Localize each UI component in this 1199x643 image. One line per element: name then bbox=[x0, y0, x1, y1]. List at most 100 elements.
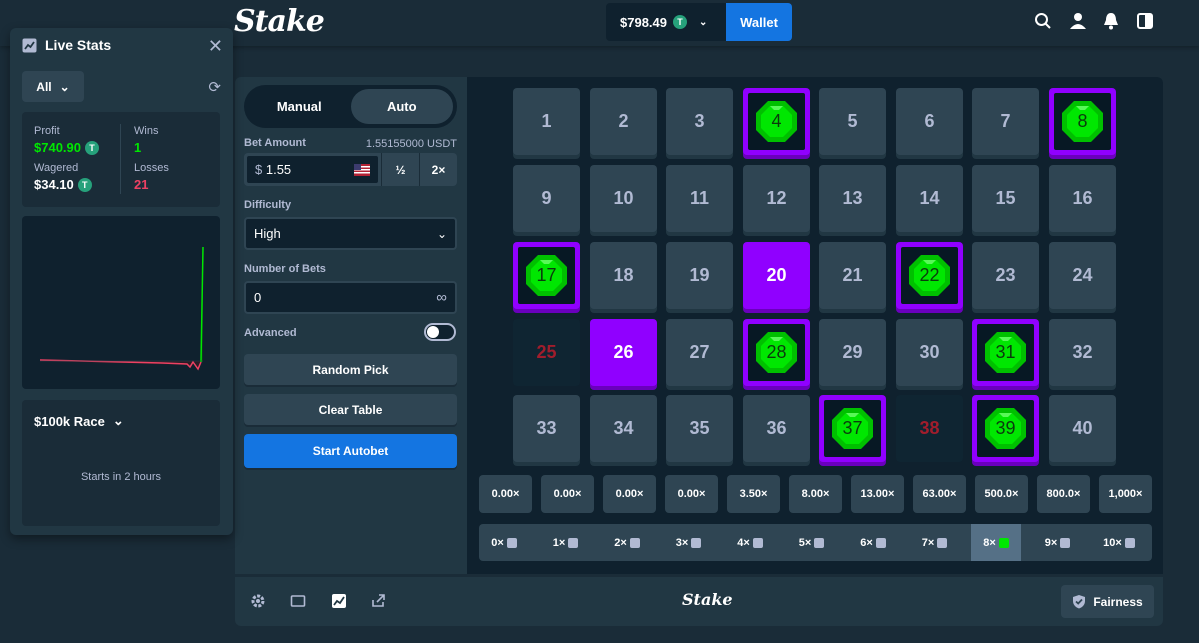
tile-21[interactable]: 21 bbox=[819, 242, 886, 309]
search-icon[interactable] bbox=[1034, 12, 1052, 30]
hits-label: 7× bbox=[921, 536, 935, 549]
losses-label: Losses bbox=[134, 162, 169, 174]
live-stats-header: Live Stats bbox=[22, 37, 111, 53]
tile-38[interactable]: 38 bbox=[896, 395, 963, 462]
tile-number: 14 bbox=[919, 188, 940, 208]
tile-number: 20 bbox=[766, 265, 787, 285]
currency-symbol: $ bbox=[255, 162, 263, 177]
tile-14[interactable]: 14 bbox=[896, 165, 963, 232]
tile-36[interactable]: 36 bbox=[743, 395, 810, 462]
tile-number: 28 bbox=[766, 342, 787, 362]
tile-4[interactable]: 4 bbox=[743, 88, 810, 155]
tile-3[interactable]: 3 bbox=[666, 88, 733, 155]
tile-7[interactable]: 7 bbox=[972, 88, 1039, 155]
tile-gem-frame: 39 bbox=[977, 400, 1034, 457]
tile-40[interactable]: 40 bbox=[1049, 395, 1116, 462]
tile-33[interactable]: 33 bbox=[513, 395, 580, 462]
hits-label: 0× bbox=[491, 536, 504, 549]
tile-number: 32 bbox=[1072, 342, 1093, 362]
half-bet-button[interactable]: ½ bbox=[381, 153, 419, 186]
tile-24[interactable]: 24 bbox=[1049, 242, 1116, 309]
tile-19[interactable]: 19 bbox=[666, 242, 733, 309]
stake-logo[interactable]: Stake bbox=[234, 4, 325, 39]
tile-16[interactable]: 16 bbox=[1049, 165, 1116, 232]
race-dropdown[interactable]: $100k Race ⌄ bbox=[34, 413, 124, 429]
tab-auto[interactable]: Auto bbox=[350, 89, 453, 124]
difficulty-select[interactable]: High ⌄ bbox=[244, 217, 457, 250]
wagered-value-row: $34.10 T bbox=[34, 177, 92, 192]
tile-31[interactable]: 31 bbox=[972, 319, 1039, 386]
hits-cell: 10× bbox=[1094, 524, 1144, 561]
tile-39[interactable]: 39 bbox=[972, 395, 1039, 462]
live-stats-icon[interactable] bbox=[331, 593, 347, 609]
tile-13[interactable]: 13 bbox=[819, 165, 886, 232]
tile-6[interactable]: 6 bbox=[896, 88, 963, 155]
tile-27[interactable]: 27 bbox=[666, 319, 733, 386]
fairness-button[interactable]: Fairness bbox=[1061, 585, 1154, 618]
losses-value: 21 bbox=[134, 177, 149, 192]
usd-flag-icon bbox=[354, 163, 370, 176]
tile-gem-frame: 4 bbox=[748, 93, 805, 150]
advanced-toggle[interactable] bbox=[424, 323, 456, 341]
tile-10[interactable]: 10 bbox=[590, 165, 657, 232]
sidebar-toggle-icon[interactable] bbox=[1136, 12, 1154, 30]
gem-square-icon bbox=[1060, 537, 1071, 548]
clear-table-button[interactable]: Clear Table bbox=[244, 394, 457, 425]
tile-1[interactable]: 1 bbox=[513, 88, 580, 155]
hits-cell: 9× bbox=[1033, 524, 1083, 561]
theatre-mode-icon[interactable] bbox=[290, 593, 306, 609]
double-bet-button[interactable]: 2× bbox=[419, 153, 457, 186]
popout-icon[interactable] bbox=[370, 593, 386, 609]
tile-number: 25 bbox=[536, 342, 557, 362]
tile-12[interactable]: 12 bbox=[743, 165, 810, 232]
tile-26[interactable]: 26 bbox=[590, 319, 657, 386]
tab-manual[interactable]: Manual bbox=[248, 89, 351, 124]
balance-value: $798.49 bbox=[620, 14, 667, 30]
tile-30[interactable]: 30 bbox=[896, 319, 963, 386]
tile-37[interactable]: 37 bbox=[819, 395, 886, 462]
tile-35[interactable]: 35 bbox=[666, 395, 733, 462]
tile-number: 22 bbox=[919, 265, 940, 285]
gem-square-icon bbox=[875, 537, 886, 548]
hits-label: 1× bbox=[552, 536, 566, 549]
multiplier-cell: 63.00× bbox=[913, 475, 966, 513]
tile-28[interactable]: 28 bbox=[743, 319, 810, 386]
tile-number: 31 bbox=[995, 342, 1016, 362]
hits-label: 4× bbox=[737, 536, 750, 549]
close-icon[interactable]: ✕ bbox=[208, 36, 223, 57]
user-icon[interactable] bbox=[1069, 12, 1087, 30]
tile-number: 12 bbox=[766, 188, 787, 208]
stats-filter-dropdown[interactable]: All ⌄ bbox=[22, 71, 84, 102]
profit-value-row: $740.90 T bbox=[34, 140, 99, 155]
notification-icon[interactable] bbox=[1102, 12, 1120, 30]
tile-17[interactable]: 17 bbox=[513, 242, 580, 309]
tile-8[interactable]: 8 bbox=[1049, 88, 1116, 155]
hits-label: 3× bbox=[675, 536, 689, 549]
tile-29[interactable]: 29 bbox=[819, 319, 886, 386]
wallet-button[interactable]: Wallet bbox=[726, 3, 792, 41]
tile-20[interactable]: 20 bbox=[743, 242, 810, 309]
balance-dropdown[interactable]: $798.49 T ⌄ bbox=[606, 3, 726, 41]
infinity-icon[interactable]: ∞ bbox=[436, 289, 447, 306]
number-of-bets-input[interactable]: 0 ∞ bbox=[244, 281, 457, 314]
tile-34[interactable]: 34 bbox=[590, 395, 657, 462]
tile-23[interactable]: 23 bbox=[972, 242, 1039, 309]
tile-15[interactable]: 15 bbox=[972, 165, 1039, 232]
tile-11[interactable]: 11 bbox=[666, 165, 733, 232]
tether-coin-icon: T bbox=[85, 140, 99, 155]
refresh-icon[interactable]: ⟳ bbox=[208, 78, 221, 96]
bet-amount-crypto: 1.55155000 USDT bbox=[365, 138, 457, 150]
bet-amount-input[interactable]: $ 1.55 bbox=[246, 155, 379, 184]
settings-icon[interactable] bbox=[250, 593, 266, 609]
tile-32[interactable]: 32 bbox=[1049, 319, 1116, 386]
tile-25[interactable]: 25 bbox=[513, 319, 580, 386]
random-pick-button[interactable]: Random Pick bbox=[244, 354, 457, 385]
start-autobet-button[interactable]: Start Autobet bbox=[244, 434, 457, 468]
tile-18[interactable]: 18 bbox=[590, 242, 657, 309]
tile-22[interactable]: 22 bbox=[896, 242, 963, 309]
bet-controls: Manual Auto Bet Amount 1.55155000 USDT $… bbox=[235, 77, 467, 574]
tile-9[interactable]: 9 bbox=[513, 165, 580, 232]
tile-5[interactable]: 5 bbox=[819, 88, 886, 155]
tile-2[interactable]: 2 bbox=[590, 88, 657, 155]
hits-cell: 0× bbox=[479, 524, 529, 561]
